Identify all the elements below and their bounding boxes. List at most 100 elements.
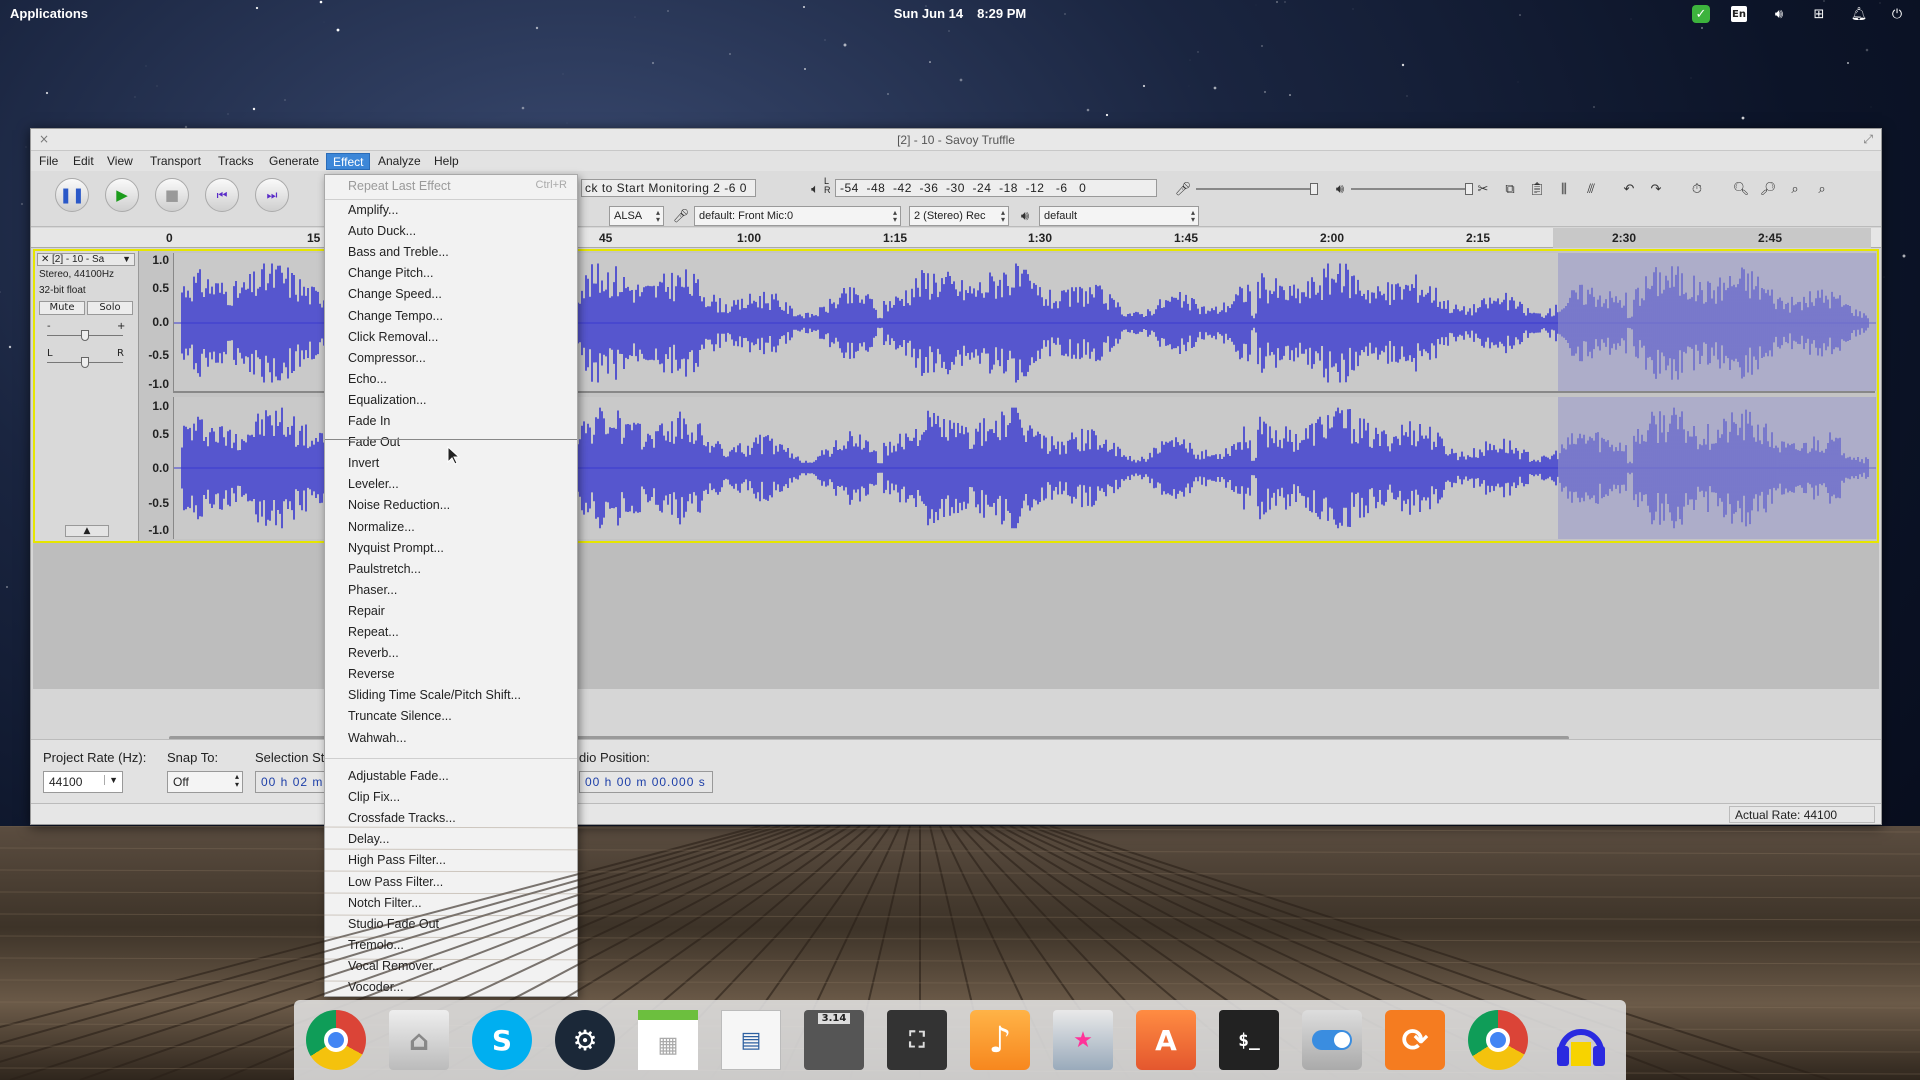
fit-project-icon[interactable]: ⌕ bbox=[1813, 180, 1831, 198]
switchboard-icon[interactable] bbox=[1302, 1010, 1362, 1070]
silence-icon[interactable]: ⫻ bbox=[1582, 180, 1600, 198]
menu-help[interactable]: Help bbox=[428, 153, 465, 170]
menu-item-wahwah[interactable]: Wahwah... bbox=[348, 731, 407, 745]
sync-icon[interactable]: ⟳ bbox=[1385, 1010, 1445, 1070]
menu-item-repeat-last-effect[interactable]: Repeat Last Effect bbox=[348, 179, 451, 193]
home-folder-icon[interactable]: ⌂ bbox=[389, 1010, 449, 1070]
menu-item-crossfade-tracks[interactable]: Crossfade Tracks... bbox=[348, 811, 456, 825]
skip-start-button[interactable]: ⏮ bbox=[205, 178, 239, 212]
menu-item-clip-fix[interactable]: Clip Fix... bbox=[348, 790, 400, 804]
zoom-in-icon[interactable]: 🔍︎ bbox=[1732, 180, 1750, 198]
project-rate-combo[interactable]: 44100 ▼ bbox=[43, 771, 123, 793]
menu-item-amplify[interactable]: Amplify... bbox=[348, 203, 398, 217]
slider-thumb[interactable] bbox=[81, 357, 89, 368]
menu-item-paulstretch[interactable]: Paulstretch... bbox=[348, 562, 421, 576]
menu-item-phaser[interactable]: Phaser... bbox=[348, 583, 397, 597]
menu-item-truncate-silence[interactable]: Truncate Silence... bbox=[348, 709, 452, 723]
skype-icon[interactable]: S bbox=[472, 1010, 532, 1070]
volume-icon[interactable]: 🔊︎ bbox=[1770, 5, 1788, 23]
host-select[interactable]: ALSA ▴ ▾ bbox=[609, 206, 664, 226]
menu-item-equalization[interactable]: Equalization... bbox=[348, 393, 427, 407]
menu-item-change-pitch[interactable]: Change Pitch... bbox=[348, 266, 433, 280]
menu-item-change-speed[interactable]: Change Speed... bbox=[348, 287, 442, 301]
copy-icon[interactable]: ⧉ bbox=[1501, 180, 1519, 198]
zoom-out-icon[interactable]: 🔎︎ bbox=[1759, 180, 1777, 198]
menu-item-sliding-time-scale-pitch-shift[interactable]: Sliding Time Scale/Pitch Shift... bbox=[348, 688, 521, 702]
screenshot-icon[interactable]: ⛶ bbox=[887, 1010, 947, 1070]
keyboard-layout-icon[interactable]: En bbox=[1731, 6, 1747, 22]
skip-end-button[interactable]: ⏭ bbox=[255, 178, 289, 212]
timeline-ruler[interactable]: 0 15 45 1:00 1:15 1:30 1:45 2:00 2:15 2:… bbox=[31, 228, 1881, 248]
menu-item-fade-out[interactable]: Fade Out bbox=[348, 435, 400, 449]
paste-icon[interactable]: 📋︎ bbox=[1528, 180, 1546, 198]
close-icon[interactable]: ✕ bbox=[41, 254, 49, 265]
maximize-icon[interactable]: ⤢ bbox=[1863, 132, 1873, 147]
menu-analyze[interactable]: Analyze bbox=[372, 153, 427, 170]
solo-button[interactable]: Solo bbox=[87, 301, 133, 315]
menu-item-adjustable-fade[interactable]: Adjustable Fade... bbox=[348, 769, 449, 783]
calendar-icon[interactable]: ▦ bbox=[638, 1010, 698, 1070]
track-name-menu[interactable]: ✕ [2] - 10 - Sa ▼ bbox=[37, 253, 135, 266]
gain-slider[interactable] bbox=[47, 330, 123, 341]
chevron-down-icon[interactable]: ▼ bbox=[122, 254, 131, 265]
fit-selection-icon[interactable]: ⌕ bbox=[1786, 180, 1804, 198]
playback-volume-slider[interactable] bbox=[1351, 183, 1473, 195]
headphones-icon[interactable] bbox=[1551, 1010, 1611, 1070]
menu-item-bass-and-treble[interactable]: Bass and Treble... bbox=[348, 245, 449, 259]
menu-tracks[interactable]: Tracks bbox=[212, 153, 260, 170]
trim-icon[interactable]: ⫼ bbox=[1555, 180, 1573, 198]
channels-select[interactable]: 2 (Stereo) Rec ▴ ▾ bbox=[909, 206, 1009, 226]
menu-item-leveler[interactable]: Leveler... bbox=[348, 477, 399, 491]
calculator-icon[interactable]: 3.14 bbox=[804, 1010, 864, 1070]
photos-icon[interactable]: ★ bbox=[1053, 1010, 1113, 1070]
menu-item-change-tempo[interactable]: Change Tempo... bbox=[348, 309, 443, 323]
record-meter[interactable]: ck to Start Monitoring 2 -6 0 bbox=[581, 179, 756, 197]
network-icon[interactable]: ⊞ bbox=[1810, 5, 1828, 23]
menu-item-nyquist-prompt[interactable]: Nyquist Prompt... bbox=[348, 541, 444, 555]
pause-button[interactable]: ❚❚ bbox=[55, 178, 89, 212]
menu-item-reverb[interactable]: Reverb... bbox=[348, 646, 399, 660]
menu-view[interactable]: View bbox=[101, 153, 139, 170]
play-button[interactable]: ▶ bbox=[105, 178, 139, 212]
menu-transport[interactable]: Transport bbox=[144, 153, 207, 170]
selection-start-field[interactable]: 00 h 02 m bbox=[255, 771, 327, 793]
input-device-select[interactable]: default: Front Mic:0 ▴ ▾ bbox=[694, 206, 901, 226]
menu-item-normalize[interactable]: Normalize... bbox=[348, 520, 415, 534]
menu-item-noise-reduction[interactable]: Noise Reduction... bbox=[348, 498, 450, 512]
menu-item-invert[interactable]: Invert bbox=[348, 456, 379, 470]
menu-item-echo[interactable]: Echo... bbox=[348, 372, 387, 386]
snap-to-select[interactable]: Off ▴ ▾ bbox=[167, 771, 243, 793]
chrome-icon[interactable] bbox=[306, 1010, 366, 1070]
chevron-down-icon[interactable]: ▼ bbox=[104, 775, 118, 785]
mute-button[interactable]: Mute bbox=[39, 301, 85, 315]
menu-item-auto-duck[interactable]: Auto Duck... bbox=[348, 224, 416, 238]
power-icon[interactable]: ⏻ bbox=[1888, 5, 1906, 23]
menu-effect[interactable]: Effect bbox=[326, 153, 371, 170]
track-area[interactable]: ✕ [2] - 10 - Sa ▼ Stereo, 44100Hz 32-bit f… bbox=[33, 249, 1879, 689]
notifications-icon[interactable]: 🔔︎ bbox=[1850, 5, 1868, 23]
audio-position-field[interactable]: 00 h 00 m 00.000 s bbox=[579, 771, 713, 793]
menu-item-compressor[interactable]: Compressor... bbox=[348, 351, 426, 365]
document-viewer-icon[interactable]: ▤ bbox=[721, 1010, 781, 1070]
menu-file[interactable]: File bbox=[33, 153, 64, 170]
music-icon[interactable]: ♪ bbox=[970, 1010, 1030, 1070]
title-bar[interactable]: × [2] - 10 - Savoy Truffle ⤢ bbox=[31, 129, 1881, 151]
steam-icon[interactable]: ⚙ bbox=[555, 1010, 615, 1070]
menu-item-click-removal[interactable]: Click Removal... bbox=[348, 330, 438, 344]
menu-item-repeat[interactable]: Repeat... bbox=[348, 625, 399, 639]
clock[interactable]: Sun Jun 14 8:29 PM bbox=[0, 6, 1920, 21]
cut-icon[interactable]: ✂ bbox=[1474, 180, 1492, 198]
menu-item-fade-in[interactable]: Fade In bbox=[348, 414, 390, 428]
menu-item-repair[interactable]: Repair bbox=[348, 604, 385, 618]
menu-generate[interactable]: Generate bbox=[263, 153, 325, 170]
terminal-icon[interactable]: $_ bbox=[1219, 1010, 1279, 1070]
menu-edit[interactable]: Edit bbox=[67, 153, 100, 170]
redo-icon[interactable]: ↷ bbox=[1647, 180, 1665, 198]
output-device-select[interactable]: default ▴ ▾ bbox=[1039, 206, 1199, 226]
check-shield-icon[interactable]: ✓ bbox=[1692, 5, 1710, 23]
slider-thumb[interactable] bbox=[1465, 183, 1473, 195]
chrome-icon[interactable] bbox=[1468, 1010, 1528, 1070]
record-volume-slider[interactable] bbox=[1196, 183, 1318, 195]
undo-icon[interactable]: ↶ bbox=[1620, 180, 1638, 198]
collapse-track-button[interactable]: ▲ bbox=[65, 525, 109, 537]
